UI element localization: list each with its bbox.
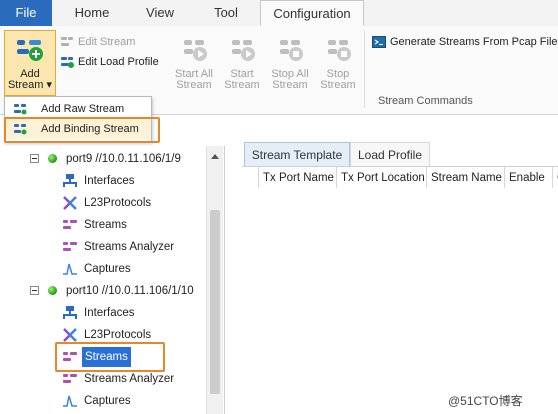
- scrollbar-thumb[interactable]: [210, 210, 220, 394]
- tree-item-label: L23Protocols: [84, 197, 152, 209]
- column-tx-port-name[interactable]: Tx Port Name: [258, 167, 336, 189]
- start-all-label-2: Stream: [176, 79, 212, 91]
- captures-icon: [63, 263, 77, 275]
- generate-streams-from-pcap-button[interactable]: Generate Streams From Pcap File: [372, 34, 558, 50]
- l23protocols-icon: [63, 328, 77, 342]
- collapse-toggle[interactable]: [30, 286, 39, 295]
- start-all-stream-button[interactable]: Start All Stream: [172, 36, 216, 91]
- start-all-icon: [184, 40, 207, 61]
- generate-pcap-label: Generate Streams From Pcap File: [390, 36, 558, 48]
- grid-header: Tx Port Name Tx Port Location Stream Nam…: [242, 166, 558, 190]
- terminal-icon: [372, 36, 386, 49]
- tab-stream-template[interactable]: Stream Template: [244, 142, 350, 166]
- streams-analyzer-icon: [63, 242, 77, 251]
- grid-body: [242, 188, 558, 414]
- highlight-box-streams: [55, 342, 165, 372]
- stop-label-2: Stream: [320, 79, 356, 91]
- column-truncated[interactable]: C: [552, 167, 558, 189]
- stream-panel: Stream Template Load Profile Tx Port Nam…: [242, 142, 558, 414]
- port-tree: port9 //10.0.11.106/1/9 Interfaces L23Pr…: [0, 146, 225, 414]
- l23protocols-icon: [63, 196, 77, 210]
- tab-configuration[interactable]: Configuration: [260, 0, 364, 26]
- interfaces-icon: [63, 306, 77, 319]
- tree-port10[interactable]: port10 //10.0.11.106/1/10: [66, 281, 194, 301]
- start-stream-button[interactable]: Start Stream: [222, 36, 262, 91]
- menu-item-label: Add Raw Stream: [41, 103, 125, 115]
- stop-stream-button[interactable]: Stop Stream: [318, 36, 358, 91]
- tree-scrollbar[interactable]: [206, 146, 223, 414]
- tree-item-label: Captures: [84, 263, 131, 275]
- captures-icon: [63, 395, 77, 407]
- stop-all-label-2: Stream: [272, 79, 308, 91]
- tab-load-profile[interactable]: Load Profile: [350, 142, 430, 166]
- column-enable[interactable]: Enable: [504, 167, 552, 189]
- tab-home[interactable]: Home: [70, 0, 114, 26]
- highlight-box-binding-stream: [4, 117, 160, 143]
- add-stream-button[interactable]: Add Stream ▾: [4, 30, 56, 96]
- edit-stream-button[interactable]: Edit Stream: [60, 34, 135, 50]
- raw-stream-icon: [14, 104, 27, 115]
- edit-load-profile-icon: [61, 57, 74, 69]
- tree-item-label: Interfaces: [84, 307, 135, 319]
- column-stream-name[interactable]: Stream Name: [426, 167, 504, 189]
- tree-item-label: Interfaces: [84, 175, 135, 187]
- port-status-green-icon: [48, 154, 57, 163]
- edit-load-profile-label: Edit Load Profile: [78, 56, 159, 68]
- edit-stream-label: Edit Stream: [78, 36, 136, 48]
- group-separator: [364, 30, 365, 108]
- stream-commands-group-label: Stream Commands: [378, 95, 473, 107]
- ribbon-tab-bar: File Home View Tool Configuration: [0, 0, 558, 27]
- add-stream-icon: [17, 40, 43, 61]
- collapse-toggle[interactable]: [30, 154, 39, 163]
- add-stream-label-2: Stream ▾: [7, 79, 53, 91]
- tree-item-label: Streams: [84, 219, 127, 231]
- tab-tool[interactable]: Tool: [208, 0, 244, 26]
- tab-view[interactable]: View: [140, 0, 180, 26]
- interfaces-icon: [63, 174, 77, 187]
- stop-icon: [328, 40, 351, 61]
- port-status-green-icon: [48, 286, 57, 295]
- stop-all-icon: [280, 40, 303, 61]
- streams-analyzer-icon: [63, 374, 77, 383]
- start-label-2: Stream: [224, 79, 260, 91]
- menu-item-add-raw-stream[interactable]: Add Raw Stream: [5, 99, 151, 119]
- tab-file[interactable]: File: [0, 0, 52, 26]
- tree-item-label: Streams Analyzer: [84, 373, 175, 385]
- streams-icon: [63, 220, 77, 229]
- scroll-up-icon[interactable]: [211, 154, 219, 159]
- stop-all-stream-button[interactable]: Stop All Stream: [268, 36, 312, 91]
- tree-item-label: Streams Analyzer: [84, 241, 175, 253]
- watermark-text: @51CTO博客: [448, 394, 523, 408]
- column-tx-port-location[interactable]: Tx Port Location: [336, 167, 426, 189]
- start-icon: [232, 40, 255, 61]
- tree-item-label: Captures: [84, 395, 131, 407]
- edit-stream-icon: [61, 37, 73, 47]
- tree-port9[interactable]: port9 //10.0.11.106/1/9: [66, 149, 181, 169]
- edit-load-profile-button[interactable]: Edit Load Profile: [60, 54, 159, 70]
